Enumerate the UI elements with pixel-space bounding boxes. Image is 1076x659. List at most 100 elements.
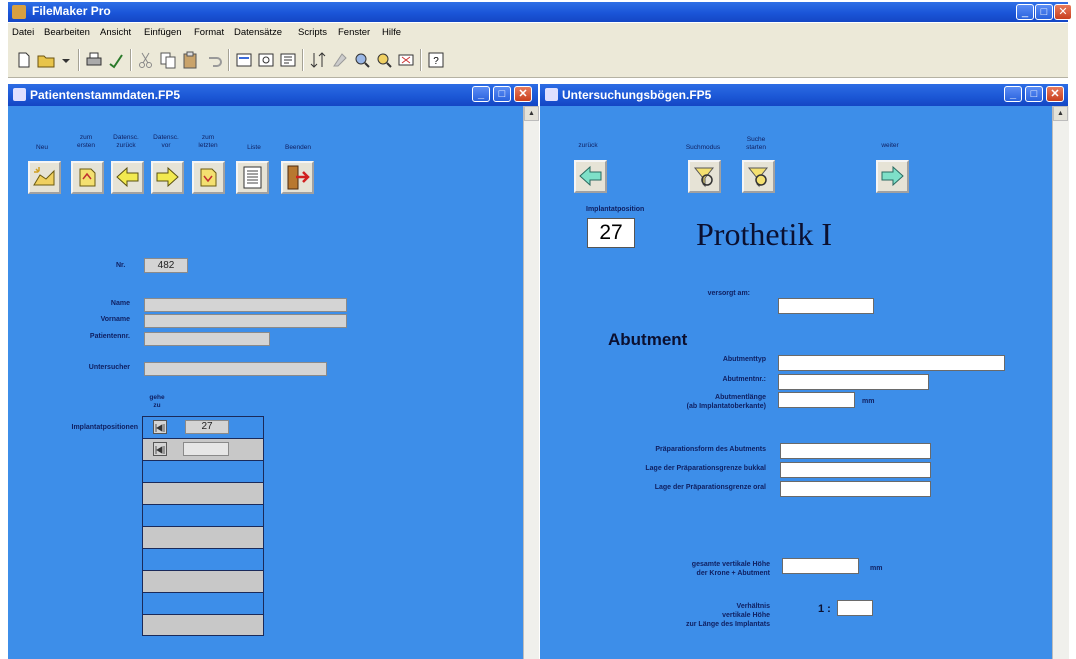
nr-field[interactable]: 482 <box>144 258 188 273</box>
help-icon[interactable]: ? <box>426 50 446 70</box>
lage-oral-field[interactable] <box>780 481 931 497</box>
layout-mode-icon[interactable] <box>278 50 298 70</box>
goto-row-icon[interactable] <box>153 442 167 456</box>
right-vertical-scrollbar[interactable]: ▲ <box>1052 106 1069 659</box>
next-record-button[interactable] <box>151 161 184 194</box>
search-start-button[interactable] <box>742 160 775 193</box>
button-label-suche-starten: Suche starten <box>746 136 766 151</box>
find-mode-icon[interactable] <box>256 50 276 70</box>
sort-icon[interactable] <box>308 50 328 70</box>
implant-position-field[interactable] <box>183 442 229 456</box>
last-record-button[interactable] <box>192 161 225 194</box>
praeparationsform-field[interactable] <box>780 443 931 459</box>
right-layout-canvas: zurück Suchmodus Suche starten weiter Im… <box>540 106 1052 659</box>
scroll-up-icon[interactable]: ▲ <box>524 106 539 121</box>
right-minimize-button[interactable]: _ <box>1004 86 1022 102</box>
list-button[interactable] <box>236 161 269 194</box>
format-icon[interactable] <box>330 50 350 70</box>
portal-row <box>143 549 263 571</box>
gesamte-hoehe-field[interactable] <box>782 558 859 574</box>
spellcheck-icon[interactable] <box>106 50 126 70</box>
menu-bar: Datei Bearbeiten Ansicht Einfügen Format… <box>8 23 1068 43</box>
toolbar: ? <box>8 43 1068 78</box>
implantatpositionen-label: Implantatpositionen <box>71 424 139 431</box>
abutmentlaenge-field[interactable] <box>778 392 855 408</box>
copy-icon[interactable] <box>158 50 178 70</box>
arrow-right-icon <box>156 166 179 188</box>
implantatposition-field[interactable]: 27 <box>587 218 635 248</box>
implantatposition-label: Implantatposition <box>586 206 645 213</box>
left-vertical-scrollbar[interactable]: ▲ <box>523 106 539 659</box>
close-button[interactable]: ✕ <box>1054 4 1072 20</box>
cut-icon[interactable] <box>136 50 156 70</box>
menu-hilfe[interactable]: Hilfe <box>382 27 401 38</box>
new-record-icon <box>33 167 55 186</box>
lage-bukkal-field[interactable] <box>780 462 931 478</box>
minimize-button[interactable]: _ <box>1016 4 1034 20</box>
untersuchungsboegen-window: Untersuchungsbögen.FP5 _ □ ✕ zurück Such… <box>540 84 1069 659</box>
right-maximize-button[interactable]: □ <box>1025 86 1043 102</box>
abutmentlaenge-label: Abutmentlänge (ab Implantatoberkante) <box>686 394 766 410</box>
gehe-zu-label: gehe zu <box>149 394 165 409</box>
menu-scripts[interactable]: Scripts <box>298 27 327 38</box>
patientennr-field[interactable] <box>144 332 270 346</box>
right-close-button[interactable]: ✕ <box>1046 86 1064 102</box>
menu-format[interactable]: Format <box>194 27 224 38</box>
page-heading: Prothetik I <box>696 216 832 252</box>
right-window-title: Untersuchungsbögen.FP5 <box>562 88 712 102</box>
find-all-icon[interactable] <box>374 50 394 70</box>
left-layout-canvas: Neu zum ersten Datensc. zurück Datensc. … <box>8 106 523 659</box>
abutmenttyp-field[interactable] <box>778 355 1005 371</box>
button-label-vor: Datensc. vor <box>153 134 179 149</box>
menu-bearbeiten[interactable]: Bearbeiten <box>44 27 90 38</box>
menu-fenster[interactable]: Fenster <box>338 27 370 38</box>
mm-unit-label-2: mm <box>870 565 883 572</box>
exit-button[interactable] <box>281 161 314 194</box>
versorgt-am-field[interactable] <box>778 298 874 314</box>
portal-row <box>143 615 263 635</box>
abutmentnr-field[interactable] <box>778 374 929 390</box>
name-field[interactable] <box>144 298 347 312</box>
verhaeltnis-field[interactable] <box>837 600 873 616</box>
previous-record-button[interactable] <box>111 161 144 194</box>
records-icon[interactable] <box>352 50 372 70</box>
implant-position-field[interactable]: 27 <box>185 420 229 434</box>
paste-icon[interactable] <box>180 50 200 70</box>
menu-datei[interactable]: Datei <box>12 27 34 38</box>
button-label-suchmodus: Suchmodus <box>685 144 721 151</box>
scroll-up-icon[interactable]: ▲ <box>1053 106 1068 121</box>
open-folder-icon[interactable] <box>36 50 56 70</box>
dropdown-arrow-icon[interactable] <box>56 50 76 70</box>
omit-icon[interactable] <box>396 50 416 70</box>
menu-datensaetze[interactable]: Datensätze <box>234 27 282 38</box>
search-mode-button[interactable] <box>688 160 721 193</box>
praeparationsform-label: Präparationsform des Abutments <box>655 446 766 453</box>
back-button[interactable] <box>574 160 607 193</box>
lage-bukkal-label: Lage der Präparationsgrenze bukkal <box>645 465 766 472</box>
search-mode-icon <box>693 167 715 188</box>
list-icon <box>243 166 262 189</box>
menu-ansicht[interactable]: Ansicht <box>100 27 131 38</box>
left-close-button[interactable]: ✕ <box>514 86 532 102</box>
goto-row-icon[interactable] <box>153 420 167 434</box>
maximize-button[interactable]: □ <box>1035 4 1053 20</box>
vorname-field[interactable] <box>144 314 347 328</box>
portal-row <box>143 483 263 505</box>
gesamte-hoehe-label: gesamte vertikale Höhe der Krone + Abutm… <box>691 561 770 577</box>
new-document-icon[interactable] <box>14 50 34 70</box>
button-label-beenden: Beenden <box>284 144 312 151</box>
browse-mode-icon[interactable] <box>234 50 254 70</box>
menu-einfuegen[interactable]: Einfügen <box>144 27 182 38</box>
left-maximize-button[interactable]: □ <box>493 86 511 102</box>
untersucher-label: Untersucher <box>88 364 130 371</box>
untersucher-field[interactable] <box>144 362 327 376</box>
forward-button[interactable] <box>876 160 909 193</box>
first-record-button[interactable] <box>71 161 104 194</box>
print-icon[interactable] <box>84 50 104 70</box>
new-record-button[interactable] <box>28 161 61 194</box>
left-minimize-button[interactable]: _ <box>472 86 490 102</box>
button-label-liste: Liste <box>247 144 261 151</box>
portal-row <box>143 593 263 615</box>
undo-icon[interactable] <box>204 50 224 70</box>
button-label-weiter: weiter <box>881 142 899 149</box>
